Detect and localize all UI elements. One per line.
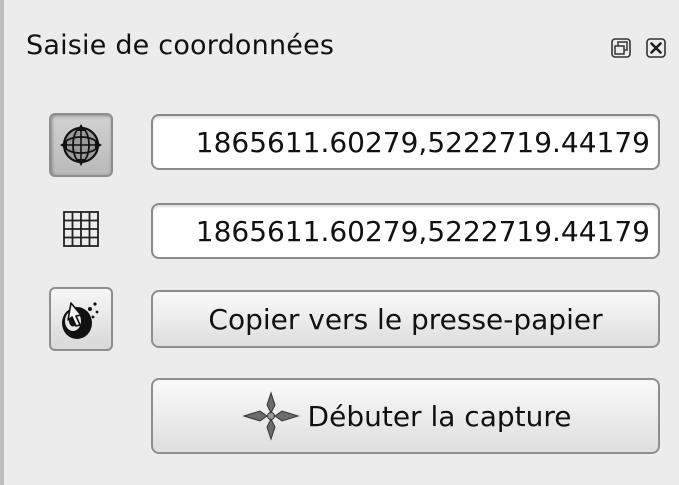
- float-dock-button[interactable]: [611, 38, 631, 58]
- copy-to-clipboard-button[interactable]: Copier vers le presse-papier: [151, 290, 660, 348]
- mouse-pointer-icon: [62, 302, 99, 339]
- close-button[interactable]: [646, 38, 666, 58]
- float-dock-icon: [611, 38, 631, 58]
- canvas-coordinate-field[interactable]: [151, 114, 660, 170]
- start-capture-label: Débuter la capture: [307, 399, 572, 433]
- coordinate-capture-panel: Saisie de coordonnées 1865611.60279,5222…: [0, 0, 679, 485]
- projected-coordinate-input[interactable]: [153, 214, 650, 248]
- crs-selector-button[interactable]: [49, 113, 113, 177]
- projected-coordinate-field[interactable]: [151, 203, 660, 259]
- close-icon: [646, 38, 666, 58]
- start-capture-button[interactable]: Débuter la capture: [151, 378, 660, 454]
- panel-title: Saisie de coordonnées: [26, 30, 335, 61]
- crosshair-capture-icon: [241, 391, 300, 441]
- copy-to-clipboard-label: Copier vers le presse-papier: [208, 302, 603, 336]
- crosshair-capture-icon-wrap: [240, 391, 302, 441]
- grid-icon-container: [49, 202, 113, 256]
- pointer-tool-button[interactable]: [49, 287, 113, 351]
- grid-icon: [63, 211, 99, 247]
- projection-globe-icon: [60, 124, 102, 166]
- canvas-coordinate-input[interactable]: [153, 125, 650, 159]
